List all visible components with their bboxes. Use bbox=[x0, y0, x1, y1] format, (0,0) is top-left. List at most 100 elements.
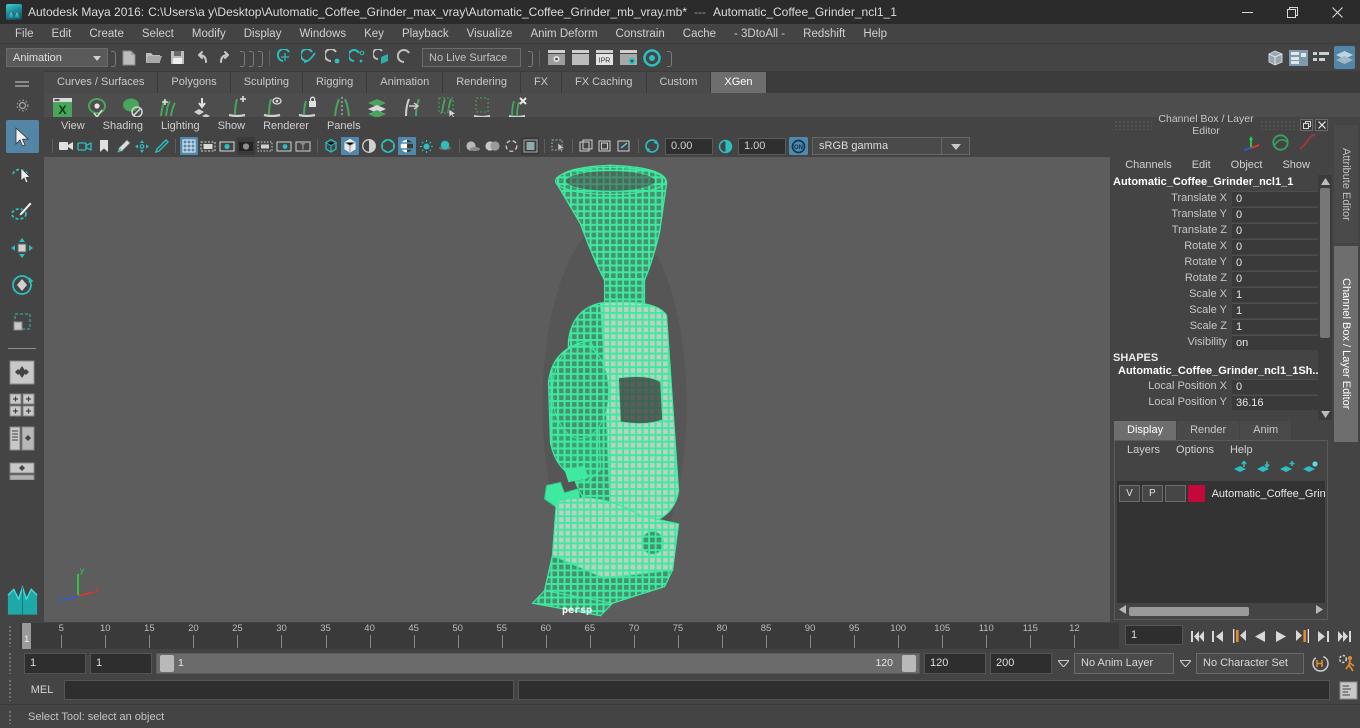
menu-create[interactable]: Create bbox=[80, 24, 133, 44]
persp-graph-layout-button[interactable] bbox=[6, 456, 39, 486]
layer-menu-layers[interactable]: Layers bbox=[1119, 444, 1168, 456]
save-scene-icon[interactable] bbox=[165, 46, 189, 69]
select-tool-button[interactable] bbox=[5, 120, 39, 153]
collapse-bracket-4[interactable] bbox=[255, 48, 264, 68]
snap-projected-center-icon[interactable] bbox=[346, 46, 370, 69]
collapse-bracket-1[interactable] bbox=[108, 48, 117, 68]
panel-drag-grip-2[interactable] bbox=[1260, 120, 1298, 130]
color-profile-selector[interactable]: sRGB gamma bbox=[812, 137, 942, 155]
anim-layer-dropdown-arrow[interactable] bbox=[1056, 653, 1070, 674]
select-camera-icon[interactable] bbox=[57, 137, 75, 155]
wireframe-icon[interactable] bbox=[322, 137, 340, 155]
step-back-frame-icon[interactable] bbox=[1208, 623, 1228, 649]
viewport-menu-show[interactable]: Show bbox=[209, 120, 255, 132]
resolution-gate-icon[interactable] bbox=[218, 137, 236, 155]
move-tool-button[interactable] bbox=[6, 231, 39, 264]
viewport-menu-lighting[interactable]: Lighting bbox=[152, 120, 209, 132]
viewport-menu-renderer[interactable]: Renderer bbox=[254, 120, 318, 132]
anim-end-field[interactable]: 120 bbox=[924, 652, 986, 674]
render-region-icon[interactable] bbox=[615, 137, 633, 155]
menu-playback[interactable]: Playback bbox=[393, 24, 458, 44]
channel-value[interactable]: 0 bbox=[1232, 222, 1318, 238]
layer-shading-toggle[interactable] bbox=[1164, 485, 1186, 502]
four-pane-layout-button[interactable] bbox=[6, 390, 39, 420]
scale-tool-button[interactable] bbox=[6, 305, 39, 338]
layer-tab-render[interactable]: Render bbox=[1177, 421, 1240, 440]
single-pane-layout-button[interactable] bbox=[6, 357, 39, 387]
range-slider-grip[interactable] bbox=[0, 652, 20, 674]
channel-value[interactable]: 0 bbox=[1232, 190, 1318, 206]
shelf-tab-custom[interactable]: Custom bbox=[646, 72, 712, 93]
channel-box-menu-edit[interactable]: Edit bbox=[1182, 159, 1221, 171]
channel-value[interactable]: 1 bbox=[1232, 302, 1318, 318]
channel-row-scale-x[interactable]: Scale X 1 bbox=[1110, 286, 1318, 302]
time-slider-grip[interactable] bbox=[0, 622, 20, 650]
render-current-frame-icon[interactable] bbox=[544, 46, 568, 69]
exposure-value-field[interactable]: 0.00 bbox=[665, 137, 713, 155]
undo-icon[interactable] bbox=[189, 46, 213, 69]
layer-list-horizontal-scrollbar[interactable] bbox=[1117, 605, 1325, 617]
channel-row-translate-y[interactable]: Translate Y 0 bbox=[1110, 206, 1318, 222]
xray-joints-icon[interactable] bbox=[549, 137, 567, 155]
channel-row-translate-x[interactable]: Translate X 0 bbox=[1110, 190, 1318, 206]
menu-set-selector[interactable]: Animation bbox=[6, 48, 108, 67]
camera-attributes-icon[interactable] bbox=[76, 137, 94, 155]
hypershade-icon[interactable] bbox=[640, 46, 664, 69]
menu-file[interactable]: File bbox=[6, 24, 43, 44]
go-to-end-icon[interactable] bbox=[1334, 623, 1354, 649]
gamma-value-field[interactable]: 1.00 bbox=[738, 137, 786, 155]
grease-pencil-icon[interactable] bbox=[152, 137, 170, 155]
use-all-lights-icon[interactable] bbox=[398, 137, 416, 155]
channel-row-translate-z[interactable]: Translate Z 0 bbox=[1110, 222, 1318, 238]
collapse-bracket-5[interactable] bbox=[525, 48, 534, 68]
view-grid-icon[interactable] bbox=[596, 137, 614, 155]
menu-modify[interactable]: Modify bbox=[183, 24, 235, 44]
menu-cache[interactable]: Cache bbox=[674, 24, 725, 44]
layer-menu-help[interactable]: Help bbox=[1222, 444, 1261, 456]
range-left-handle[interactable] bbox=[160, 654, 174, 672]
snap-grid-icon[interactable] bbox=[274, 46, 298, 69]
shelf-tab-menu-icon[interactable] bbox=[0, 71, 44, 93]
panel-drag-grip[interactable] bbox=[1114, 120, 1152, 130]
multisample-icon[interactable] bbox=[483, 137, 501, 155]
panel-close-button[interactable] bbox=[1315, 119, 1328, 131]
character-set-field[interactable]: No Character Set bbox=[1196, 652, 1304, 674]
channel-value[interactable]: 0 bbox=[1232, 378, 1318, 394]
channel-box-icon[interactable] bbox=[1334, 46, 1355, 69]
viewport-menu-view[interactable]: View bbox=[52, 120, 94, 132]
channel-box-menu-show[interactable]: Show bbox=[1272, 159, 1320, 171]
color-profile-dropdown-arrow[interactable] bbox=[942, 137, 970, 155]
perspective-viewport[interactable]: y x z persp bbox=[44, 157, 1110, 622]
make-live-icon[interactable] bbox=[394, 46, 418, 69]
channel-value[interactable]: 1 bbox=[1232, 286, 1318, 302]
scroll-up-arrow-icon[interactable] bbox=[1318, 175, 1332, 187]
exposure-icon[interactable] bbox=[643, 137, 661, 155]
screen-space-ao-icon[interactable] bbox=[436, 137, 454, 155]
channel-box-menu-object[interactable]: Object bbox=[1221, 159, 1273, 171]
play-backwards-icon[interactable] bbox=[1250, 623, 1270, 649]
channel-row-rotate-z[interactable]: Rotate Z 0 bbox=[1110, 270, 1318, 286]
color-management-toggle[interactable]: ON bbox=[789, 137, 808, 155]
close-button[interactable] bbox=[1315, 0, 1360, 24]
layer-row[interactable]: V P Automatic_Coffee_Grind bbox=[1119, 484, 1325, 503]
layer-color-swatch[interactable] bbox=[1187, 485, 1205, 502]
scrollbar-thumb[interactable] bbox=[1320, 188, 1330, 338]
grid-icon[interactable] bbox=[180, 137, 198, 155]
anim-layer-field[interactable]: No Anim Layer bbox=[1074, 652, 1174, 674]
hscroll-thumb[interactable] bbox=[1129, 606, 1249, 616]
gate-mask-icon[interactable] bbox=[237, 137, 255, 155]
redo-icon[interactable] bbox=[213, 46, 237, 69]
hscroll-right-arrow-icon[interactable] bbox=[1313, 605, 1325, 617]
layer-tab-display[interactable]: Display bbox=[1114, 421, 1177, 440]
new-layer-from-selected-icon[interactable] bbox=[1302, 461, 1319, 477]
lasso-select-tool-button[interactable] bbox=[6, 157, 39, 190]
channel-value[interactable]: 0 bbox=[1232, 238, 1318, 254]
channel-value[interactable]: 36.16 bbox=[1232, 394, 1318, 410]
shelf-tab-rigging[interactable]: Rigging bbox=[302, 72, 368, 93]
help-line-grip[interactable] bbox=[0, 709, 20, 724]
command-language-label[interactable]: MEL bbox=[24, 684, 60, 696]
range-start-field[interactable]: 1 bbox=[24, 652, 86, 674]
collapse-bracket-2[interactable] bbox=[237, 48, 246, 68]
snap-view-plane-icon[interactable] bbox=[370, 46, 394, 69]
panel-undock-button[interactable] bbox=[1300, 119, 1313, 131]
